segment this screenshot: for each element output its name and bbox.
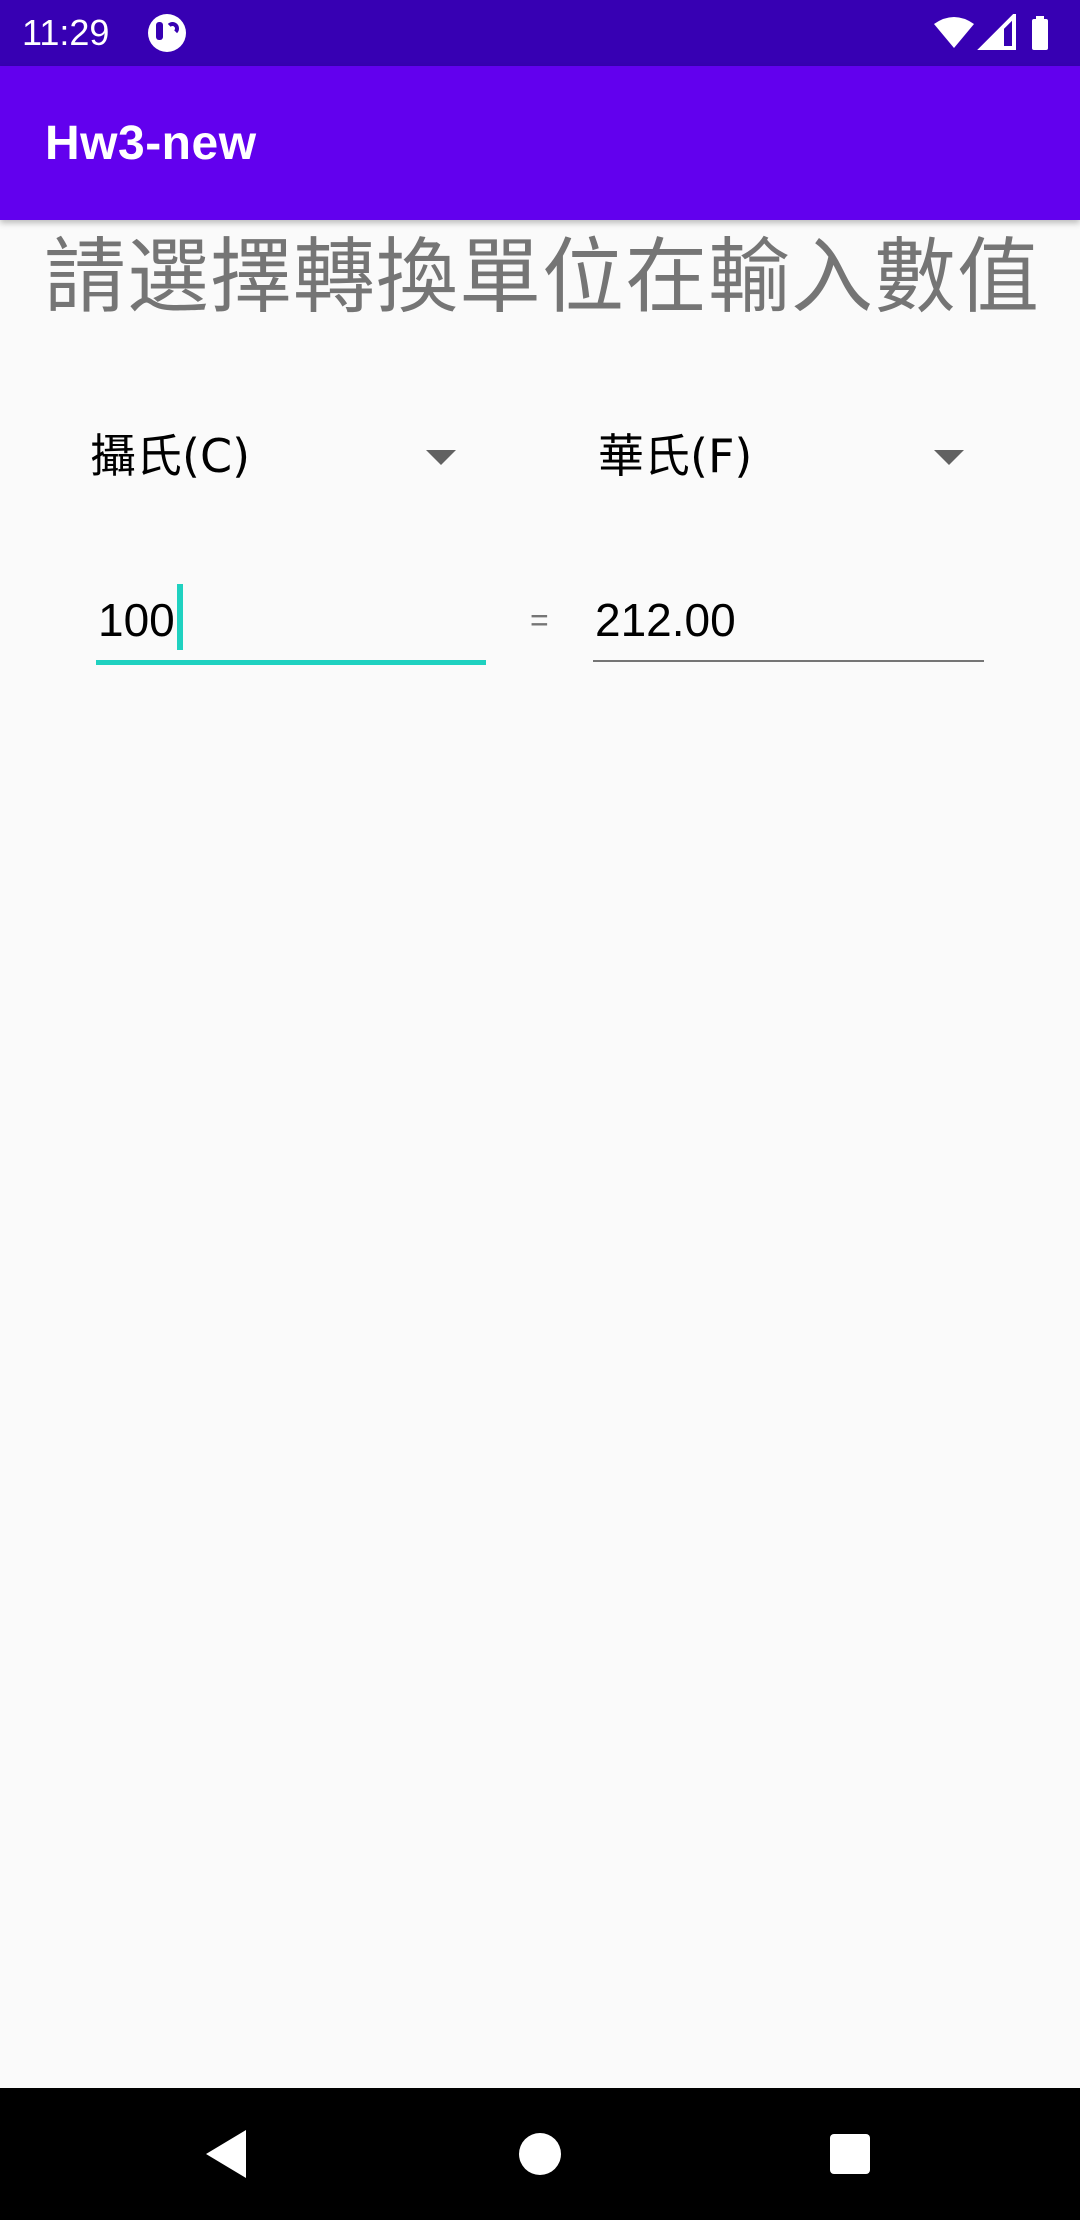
result-value: 212.00: [595, 594, 736, 646]
dropdown-arrow-icon: [426, 450, 456, 465]
to-unit-spinner[interactable]: 華氏(F): [574, 410, 994, 500]
signal-icon: [977, 14, 1016, 50]
equals-sign: =: [530, 602, 549, 638]
home-icon[interactable]: [519, 2133, 561, 2175]
input-value: 100: [98, 594, 175, 646]
battery-icon: [1032, 16, 1048, 50]
recents-icon[interactable]: [830, 2134, 870, 2174]
instruction-heading: 請選擇轉換單位在輸入數值: [44, 230, 1041, 325]
text-cursor: [177, 584, 183, 650]
from-unit-spinner[interactable]: 攝氏(C): [66, 410, 486, 500]
wifi-icon: [934, 17, 974, 48]
status-time: 11:29: [22, 12, 110, 53]
result-field[interactable]: 212.00: [593, 580, 984, 662]
back-icon[interactable]: [206, 2130, 246, 2178]
from-unit-label: 攝氏(C): [90, 429, 251, 483]
app-notification-icon: [148, 14, 186, 52]
to-unit-label: 華氏(F): [598, 429, 753, 483]
dropdown-arrow-icon: [934, 450, 964, 465]
navigation-bar: [0, 2088, 1080, 2220]
status-icons: [932, 14, 1060, 52]
status-bar: 11:29: [0, 0, 1080, 66]
app-title: Hw3-new: [45, 117, 257, 170]
value-input-field[interactable]: 100: [96, 580, 486, 665]
app-bar: Hw3-new: [0, 66, 1080, 220]
